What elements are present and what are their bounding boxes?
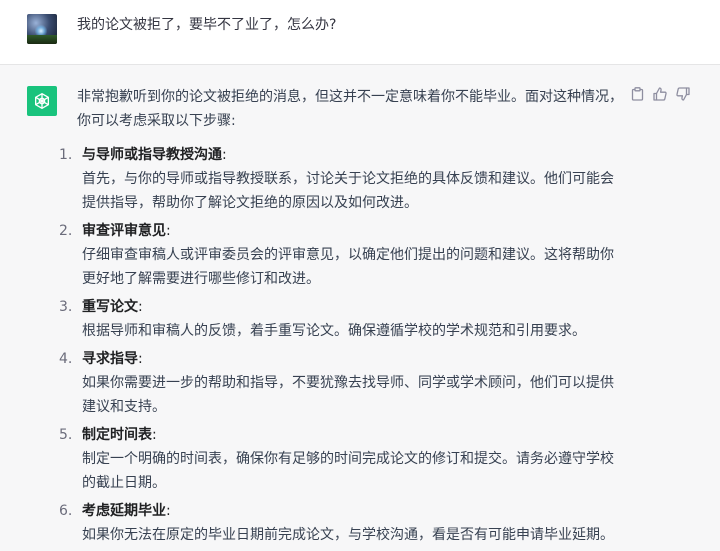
list-item: 6. 考虑延期毕业: 如果你无法在原定的毕业日期前完成论文，与学校沟通，看是否有… [59,499,627,547]
clipboard-icon[interactable] [630,87,644,101]
list-number: 2. [59,223,73,239]
list-number: 4. [59,351,73,367]
step-title: 重写论文 [82,299,138,315]
steps-list: 1. 与导师或指导教授沟通: 首先，与你的导师或指导教授联系，讨论关于论文拒绝的… [59,143,627,547]
list-item: 3. 重写论文: 根据导师和审稿人的反馈，着手重写论文。确保遵循学校的学术规范和… [59,295,627,343]
openai-logo-icon [27,86,57,116]
step-body: 如果你无法在原定的毕业日期前完成论文，与学校沟通，看是否有可能申请毕业延期。 [82,527,614,543]
list-item: 4. 寻求指导: 如果你需要进一步的帮助和指导，不要犹豫去找导师、同学或学术顾问… [59,347,627,419]
assistant-intro-text: 非常抱歉听到你的论文被拒绝的消息，但这并不一定意味着你不能毕业。面对这种情况，你… [77,89,623,129]
step-body: 仔细审查审稿人或评审委员会的评审意见，以确定他们提出的问题和建议。这将帮助你更好… [82,247,614,287]
step-body: 制定一个明确的时间表，确保你有足够的时间完成论文的修订和提交。请务必遵守学校的截… [82,451,614,491]
step-body: 根据导师和审稿人的反馈，着手重写论文。确保遵循学校的学术规范和引用要求。 [82,323,586,339]
assistant-message-content: 非常抱歉听到你的论文被拒绝的消息，但这并不一定意味着你不能毕业。面对这种情况，你… [59,85,627,551]
step-body: 如果你需要进一步的帮助和指导，不要犹豫去找导师、同学或学术顾问，他们可以提供建议… [82,375,614,415]
user-avatar [27,14,57,44]
step-colon: : [138,351,143,367]
list-number: 5. [59,427,73,443]
step-colon: : [166,503,171,519]
step-colon: : [152,427,157,443]
step-title: 与导师或指导教授沟通 [82,147,222,163]
list-number: 1. [59,147,73,163]
step-body: 首先，与你的导师或指导教授联系，讨论关于论文拒绝的具体反馈和建议。他们可能会提供… [82,171,614,211]
message-actions [630,87,690,101]
step-title: 审查评审意见 [82,223,166,239]
step-title: 寻求指导 [82,351,138,367]
list-number: 6. [59,503,73,519]
list-item: 2. 审查评审意见: 仔细审查审稿人或评审委员会的评审意见，以确定他们提出的问题… [59,219,627,291]
user-message-row: 我的论文被拒了，要毕不了业了，怎么办? [0,0,720,65]
list-item: 5. 制定时间表: 制定一个明确的时间表，确保你有足够的时间完成论文的修订和提交… [59,423,627,495]
step-colon: : [138,299,143,315]
list-number: 3. [59,299,73,315]
user-message-text: 我的论文被拒了，要毕不了业了，怎么办? [77,17,337,33]
thumbs-up-icon[interactable] [653,87,667,101]
step-title: 制定时间表 [82,427,152,443]
step-colon: : [166,223,171,239]
thumbs-down-icon[interactable] [676,87,690,101]
assistant-message-row: 非常抱歉听到你的论文被拒绝的消息，但这并不一定意味着你不能毕业。面对这种情况，你… [0,65,720,543]
step-colon: : [222,147,227,163]
list-item: 1. 与导师或指导教授沟通: 首先，与你的导师或指导教授联系，讨论关于论文拒绝的… [59,143,627,215]
step-title: 考虑延期毕业 [82,503,166,519]
